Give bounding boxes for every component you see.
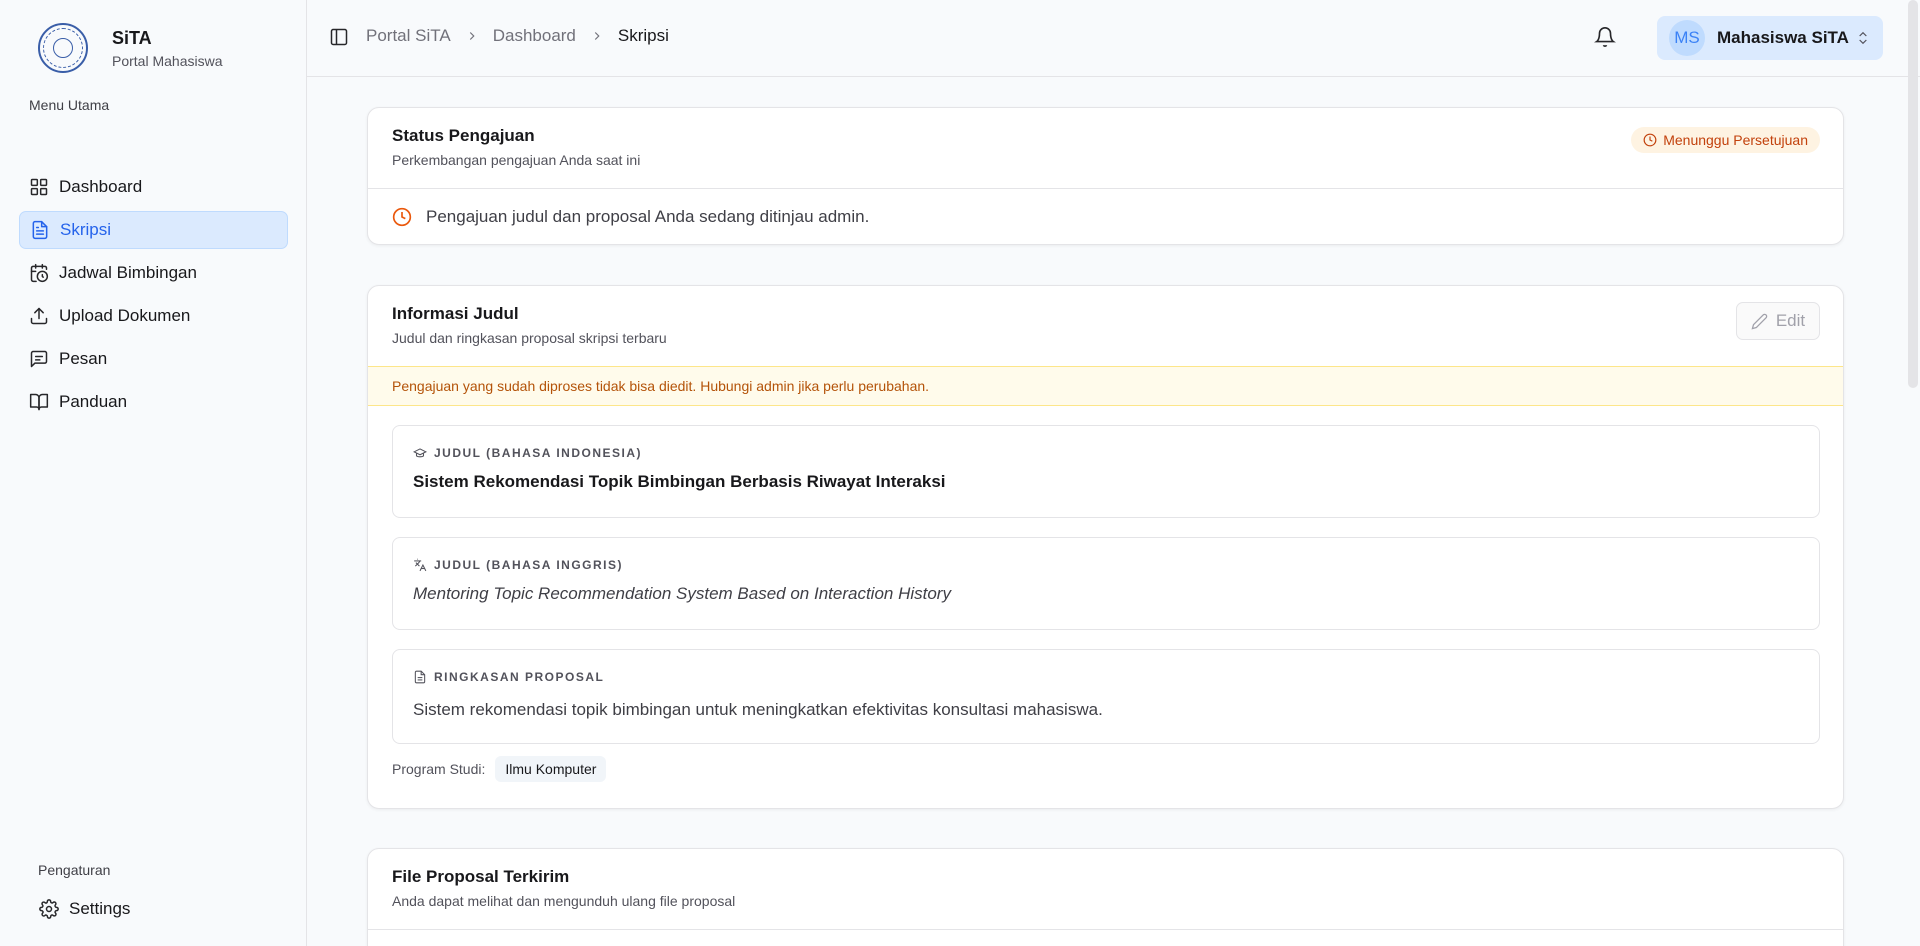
judul-inggris-box: JUDUL (BAHASA INGGRIS) Mentoring Topic R…: [392, 537, 1820, 630]
clock-icon: [392, 207, 412, 227]
status-card: Status Pengajuan Perkembangan pengajuan …: [367, 107, 1844, 245]
field-label-text: JUDUL (BAHASA INDONESIA): [434, 446, 643, 460]
settings-section-label: Pengaturan: [38, 862, 111, 878]
judul-inggris-label: JUDUL (BAHASA INGGRIS): [413, 558, 623, 572]
languages-icon: [414, 558, 427, 572]
file-text-icon: [32, 220, 48, 240]
sidebar-item-jadwal-bimbingan[interactable]: Jadwal Bimbingan: [19, 254, 288, 292]
sidebar-item-label: Dashboard: [59, 177, 143, 196]
message-icon: [30, 350, 48, 368]
sidebar-toggle-button[interactable]: [329, 27, 349, 47]
clock-icon: [1643, 133, 1657, 147]
avatar: MS: [1669, 20, 1705, 56]
edit-button-label: Edit: [1775, 311, 1806, 330]
menu-section-label: Menu Utama: [29, 97, 110, 113]
sidebar-item-settings[interactable]: Settings: [29, 890, 289, 928]
bell-icon: [1594, 27, 1616, 47]
book-open-icon: [29, 393, 49, 411]
status-card-subtitle: Perkembangan pengajuan Anda saat ini: [392, 152, 641, 168]
edit-warning-banner: Pengajuan yang sudah diproses tidak bisa…: [368, 366, 1843, 406]
file-proposal-card: File Proposal Terkirim Anda dapat meliha…: [367, 848, 1844, 946]
info-card-title: Informasi Judul: [392, 304, 519, 323]
user-name: Mahasiswa SiTA: [1717, 28, 1849, 47]
judul-inggris-value: Mentoring Topic Recommendation System Ba…: [413, 584, 951, 603]
field-label-text: JUDUL (BAHASA INGGRIS): [434, 558, 624, 572]
judul-indonesia-label: JUDUL (BAHASA INDONESIA): [413, 446, 642, 460]
sidebar-item-upload-dokumen[interactable]: Upload Dokumen: [19, 297, 288, 335]
sidebar-item-skripsi[interactable]: Skripsi: [19, 211, 288, 249]
brand[interactable]: SiTA Portal Mahasiswa: [38, 23, 223, 73]
graduation-cap-icon: [413, 448, 427, 458]
edit-button[interactable]: Edit: [1736, 302, 1820, 340]
info-judul-card: Informasi Judul Judul dan ringkasan prop…: [367, 285, 1844, 809]
sidebar: SiTA Portal Mahasiswa Menu Utama Dashboa…: [0, 0, 307, 946]
judul-indonesia-box: JUDUL (BAHASA INDONESIA) Sistem Rekomend…: [392, 425, 1820, 518]
brand-title: SiTA: [112, 27, 152, 48]
sidebar-item-label: Skripsi: [60, 220, 112, 239]
program-studi-label: Program Studi:: [392, 761, 486, 777]
file-card-subtitle: Anda dapat melihat dan mengunduh ulang f…: [392, 893, 736, 909]
sidebar-item-label: Jadwal Bimbingan: [59, 263, 197, 282]
user-menu-button[interactable]: MS Mahasiswa SiTA: [1657, 16, 1883, 60]
university-logo-icon: [38, 23, 88, 73]
ringkasan-proposal-label: RINGKASAN PROPOSAL: [413, 670, 604, 684]
status-card-title: Status Pengajuan: [392, 126, 535, 145]
gear-icon: [39, 899, 59, 919]
upload-icon: [30, 307, 48, 325]
file-card-title: File Proposal Terkirim: [392, 867, 570, 886]
page-scrollbar[interactable]: [1908, 0, 1918, 388]
settings-label: Settings: [69, 899, 131, 918]
sidebar-item-label: Upload Dokumen: [59, 306, 191, 325]
file-text-icon: [414, 670, 426, 684]
status-badge-label: Menunggu Persetujuan: [1663, 132, 1808, 148]
info-card-subtitle: Judul dan ringkasan proposal skripsi ter…: [392, 330, 667, 346]
sidebar-item-label: Pesan: [59, 349, 108, 368]
breadcrumb-dashboard[interactable]: Dashboard: [493, 26, 576, 46]
status-badge: Menunggu Persetujuan: [1631, 127, 1820, 153]
program-studi: Program Studi: Ilmu Komputer: [392, 756, 607, 782]
dashboard-icon: [30, 178, 48, 196]
sidebar-item-label: Panduan: [59, 392, 128, 411]
main-menu: Dashboard Skripsi Jadwal Bimbingan Uploa…: [19, 168, 288, 426]
brand-subtitle: Portal Mahasiswa: [112, 52, 223, 69]
breadcrumb-portal[interactable]: Portal SiTA: [366, 26, 451, 46]
calendar-clock-icon: [30, 263, 49, 283]
breadcrumb-current: Skripsi: [617, 26, 669, 45]
program-studi-badge: Ilmu Komputer: [495, 756, 607, 782]
top-header: Portal SiTA Dashboard Skripsi MS Mahasis…: [307, 0, 1920, 77]
notification-button[interactable]: [1594, 26, 1616, 48]
panel-left-icon: [330, 28, 348, 46]
ringkasan-proposal-box: RINGKASAN PROPOSAL Sistem rekomendasi to…: [392, 649, 1820, 744]
status-message-text: Pengajuan judul dan proposal Anda sedang…: [426, 207, 870, 226]
ringkasan-proposal-value: Sistem rekomendasi topik bimbingan untuk…: [413, 700, 1103, 719]
breadcrumb: Portal SiTA Dashboard Skripsi: [366, 26, 669, 46]
chevron-right-icon: [594, 32, 600, 40]
chevrons-up-down-icon: [1859, 31, 1867, 45]
sidebar-item-pesan[interactable]: Pesan: [19, 340, 288, 378]
sidebar-item-panduan[interactable]: Panduan: [19, 383, 288, 421]
field-label-text: RINGKASAN PROPOSAL: [434, 670, 605, 684]
sidebar-item-dashboard[interactable]: Dashboard: [19, 168, 288, 206]
judul-indonesia-value: Sistem Rekomendasi Topik Bimbingan Berba…: [413, 472, 946, 491]
status-message: Pengajuan judul dan proposal Anda sedang…: [368, 189, 1843, 244]
pencil-icon: [1751, 313, 1768, 329]
chevron-right-icon: [469, 32, 475, 40]
divider: [368, 929, 1843, 930]
